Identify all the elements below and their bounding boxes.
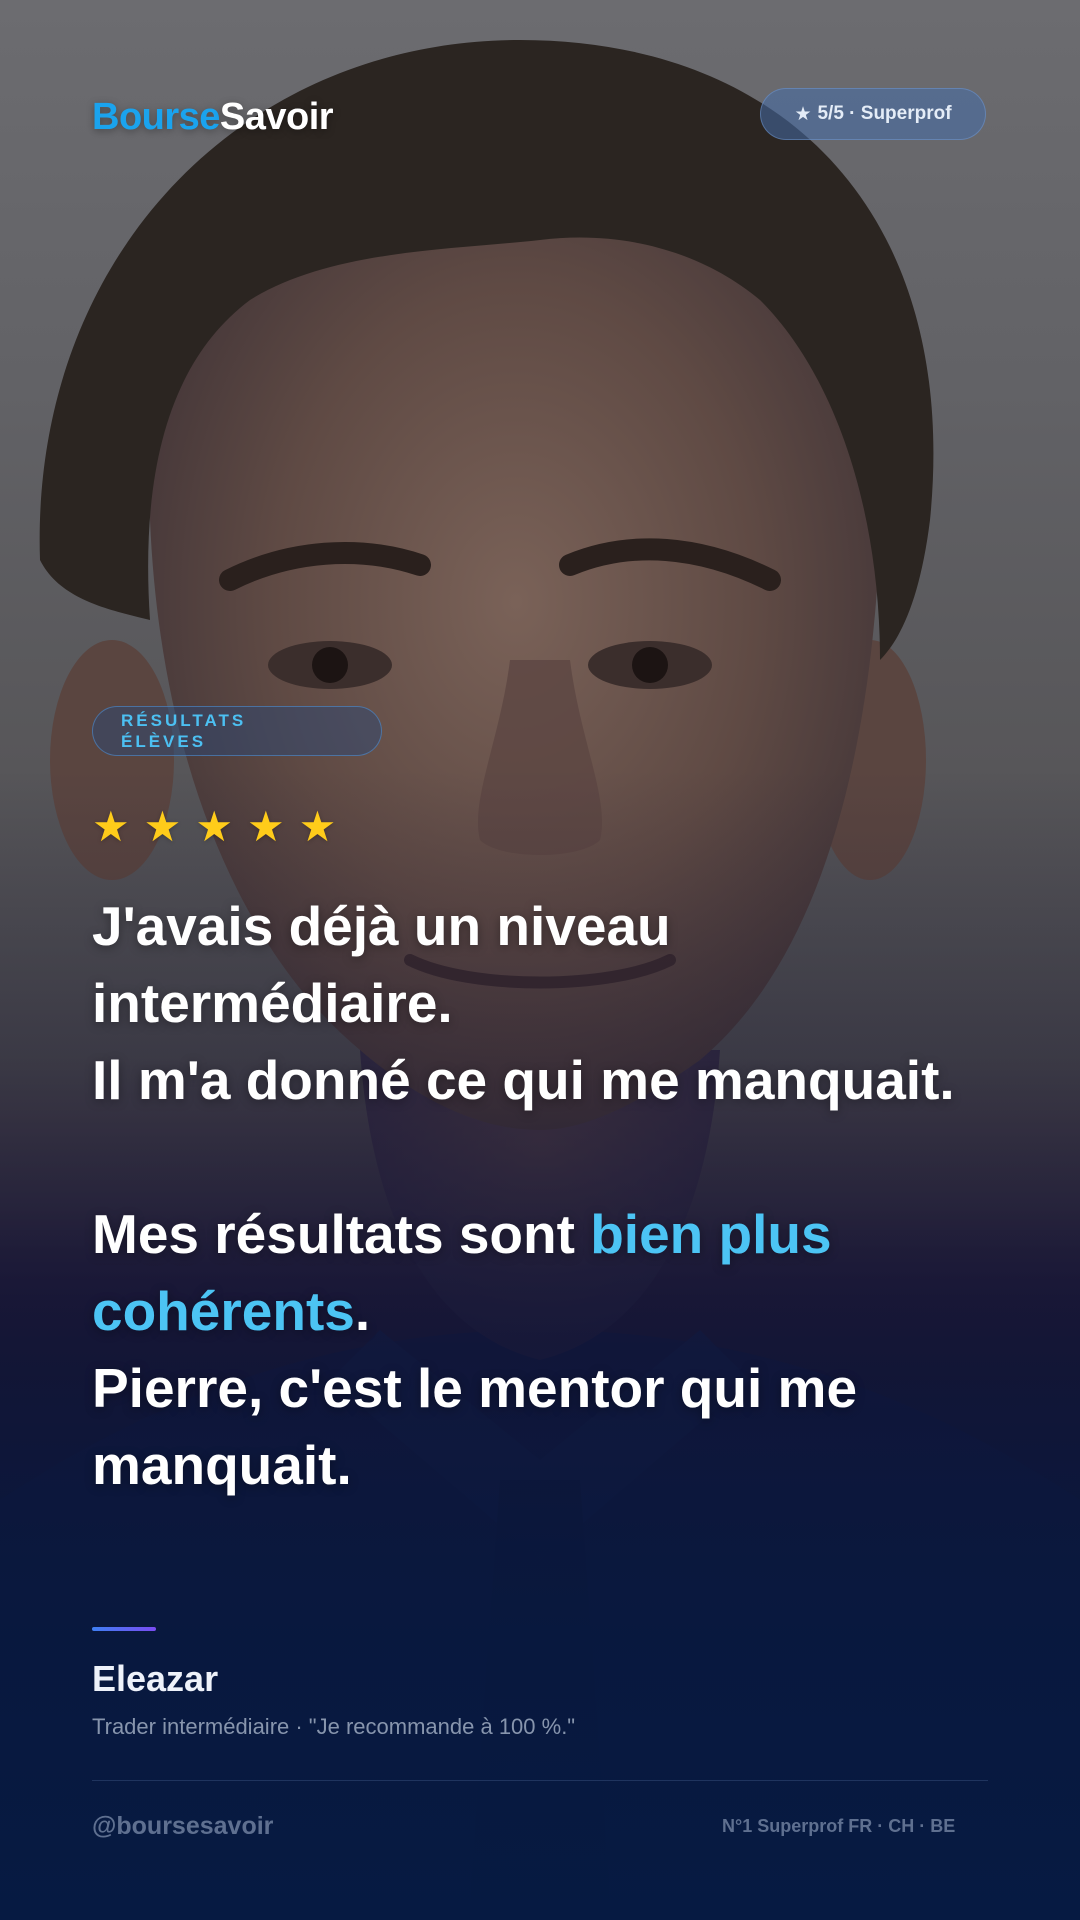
star-icon: ★: [246, 803, 285, 850]
category-tag: RÉSULTATS ÉLÈVES: [92, 706, 382, 756]
brand-logo[interactable]: BourseSavoir: [92, 96, 334, 139]
star-icon: ★: [143, 803, 182, 850]
quote-line-4: Pierre, c'est le mentor qui me manquait.: [92, 1357, 858, 1496]
star-rating: ★ ★ ★ ★ ★: [92, 800, 336, 854]
star-icon: ★: [195, 803, 233, 850]
testimonial-card: BourseSavoir ★ 5/5 · Superprof RÉSULTATS…: [0, 0, 1080, 1920]
rating-badge: ★ 5/5 · Superprof: [760, 88, 986, 140]
footer-divider: [92, 1780, 988, 1781]
social-handle[interactable]: @boursesavoir: [92, 1812, 273, 1841]
author-name: Eleazar: [92, 1658, 219, 1699]
accent-divider: [92, 1627, 156, 1631]
footer-tagline: N°1 Superprof FR · CH · BE: [722, 1816, 956, 1836]
quote-line-1: J'avais déjà un niveau intermédiaire.: [92, 895, 671, 1034]
star-icon: ★: [92, 803, 130, 850]
quote-line-2: Il m'a donné ce qui me manquait.: [92, 1049, 955, 1111]
testimonial-quote: J'avais déjà un niveau intermédiaire. Il…: [92, 888, 1012, 1504]
quote-line-3-start: Mes résultats sont: [92, 1203, 591, 1265]
star-icon: ★: [794, 103, 812, 125]
category-tag-line1: RÉSULTATS: [121, 711, 247, 730]
author-meta: Trader intermédiaire · "Je recommande à …: [92, 1714, 576, 1739]
star-icon: ★: [298, 803, 337, 850]
logo-part-bourse: Bourse: [92, 96, 220, 138]
category-tag-line2: ÉLÈVES: [121, 732, 207, 751]
logo-part-savoir: Savoir: [219, 96, 334, 138]
quote-line-3: Mes résultats sont bien plus cohérents.: [92, 1196, 1012, 1350]
rating-badge-text: 5/5 · Superprof: [817, 103, 952, 124]
quote-line-3-end: .: [354, 1280, 371, 1342]
